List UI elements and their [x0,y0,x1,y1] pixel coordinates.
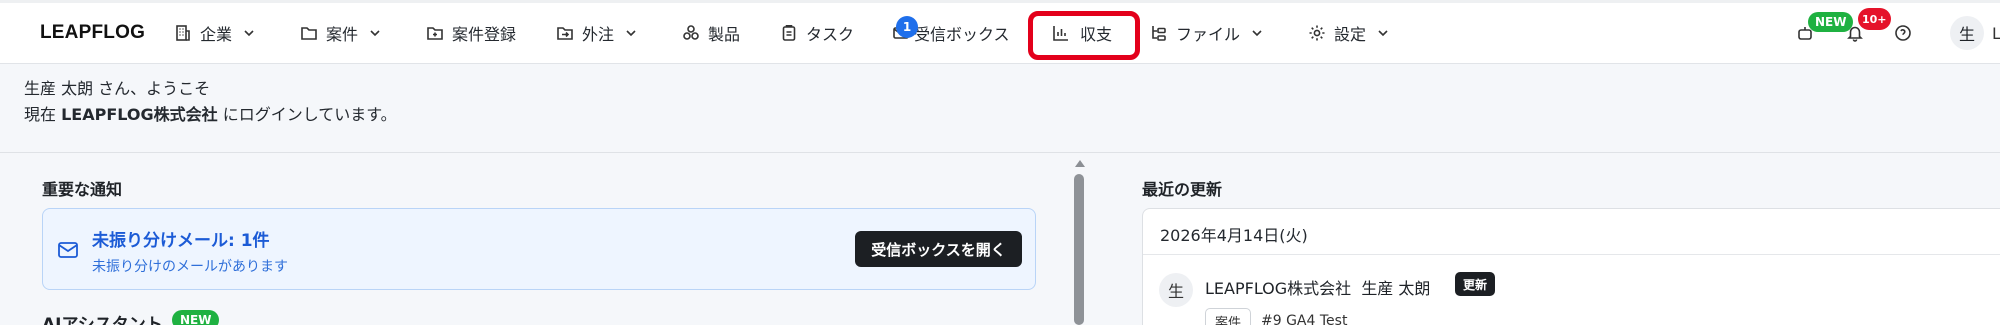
unassigned-mail-notice: 未振り分けメール: 1件 未振り分けのメールがあります 受信ボックスを開く [42,208,1036,290]
recent-updates-title: 最近の更新 [1142,180,1223,199]
chevron-down-icon [626,30,636,37]
user-name-truncated[interactable]: L [1992,24,2000,43]
welcome-message: 生産 太朗 さん、ようこそ 現在 LEAPFLOG株式会社 にログインしています… [24,76,397,128]
inbox-count-badge: 1 [896,16,918,38]
welcome-prefix: 現在 [24,105,62,124]
notification-count-badge: 10+ [1858,8,1891,30]
update-detail[interactable]: #9 GA4 Test [1261,313,1347,325]
notice-title: 未振り分けメール: 1件 [92,231,270,251]
notice-subtitle: 未振り分けのメールがあります [92,259,288,275]
welcome-company: LEAPFLOG株式会社 [61,105,218,124]
chevron-down-icon [244,30,254,37]
welcome-line-1: 生産 太朗 さん、ようこそ [24,79,211,98]
divider [0,152,2000,153]
boxes-icon [683,25,699,40]
nav-item-projects[interactable]: 案件 [300,16,382,50]
scrollbar-thumb[interactable] [1074,174,1084,325]
top-nav-bar: LEAPFLOG 企業 案件 案件登録 外注 製品 タスク 受信ボックス 1 収… [0,0,2000,64]
update-user: 生産 太朗 [1361,279,1431,298]
update-user-avatar: 生 [1159,273,1193,307]
building-icon [176,25,190,41]
nav-item-files[interactable]: ファイル [1150,16,1264,50]
user-avatar[interactable]: 生 [1950,16,1984,50]
nav-label: ファイル [1176,25,1241,44]
nav-label: 受信ボックス [914,25,1010,44]
file-tree-icon [1152,26,1166,41]
folder-out-icon [557,27,573,40]
mail-icon [58,242,78,258]
nav-label: タスク [806,25,855,44]
nav-item-companies[interactable]: 企業 [174,16,256,50]
nav-label: 設定 [1334,25,1367,44]
nav-label: 案件 [326,25,359,44]
chevron-down-icon [1252,30,1262,37]
nav-label: 案件登録 [452,25,517,44]
clipboard-icon [782,25,796,41]
welcome-line-2: 現在 LEAPFLOG株式会社 にログインしています。 [24,102,397,128]
nav-item-tasks[interactable]: タスク [780,16,854,50]
nav-item-settings[interactable]: 設定 [1308,16,1390,50]
gear-icon [1309,25,1325,41]
update-company: LEAPFLOG株式会社 [1205,279,1352,298]
update-type-badge: 更新 [1455,272,1496,296]
folder-plus-icon [427,27,443,40]
update-date: 2026年4月14日(火) [1160,226,1308,245]
help-circle-icon [1895,25,1911,41]
help-button[interactable] [1890,20,1916,46]
nav-item-products[interactable]: 製品 [682,16,740,50]
nav-item-project-register[interactable]: 案件登録 [426,16,516,50]
app-logo[interactable]: LEAPFLOG [40,22,145,44]
folder-icon [301,27,317,40]
nav-label: 企業 [200,25,233,44]
update-category-tag: 案件 [1205,308,1252,325]
highlight-annotation-box [1028,11,1140,60]
important-notices-title: 重要な通知 [42,180,123,199]
update-entry-text[interactable]: LEAPFLOG株式会社 生産 太朗 [1205,275,1430,299]
scroll-up-arrow-icon[interactable] [1075,160,1085,167]
update-date-header: 2026年4月14日(火) [1143,209,2000,255]
nav-label: 製品 [708,25,741,44]
ai-assistant-title: AIアシスタント [42,315,163,325]
chevron-down-icon [370,30,380,37]
nav-label: 外注 [582,25,615,44]
recent-updates-card: 2026年4月14日(火) 生 LEAPFLOG株式会社 生産 太朗 更新 案件… [1142,208,2000,325]
welcome-suffix: にログインしています。 [217,105,397,124]
chevron-down-icon [1378,30,1388,37]
top-edge [0,0,2000,3]
open-inbox-button[interactable]: 受信ボックスを開く [855,231,1022,267]
ai-new-badge: NEW [172,310,220,325]
nav-item-outsourcing[interactable]: 外注 [556,16,638,50]
